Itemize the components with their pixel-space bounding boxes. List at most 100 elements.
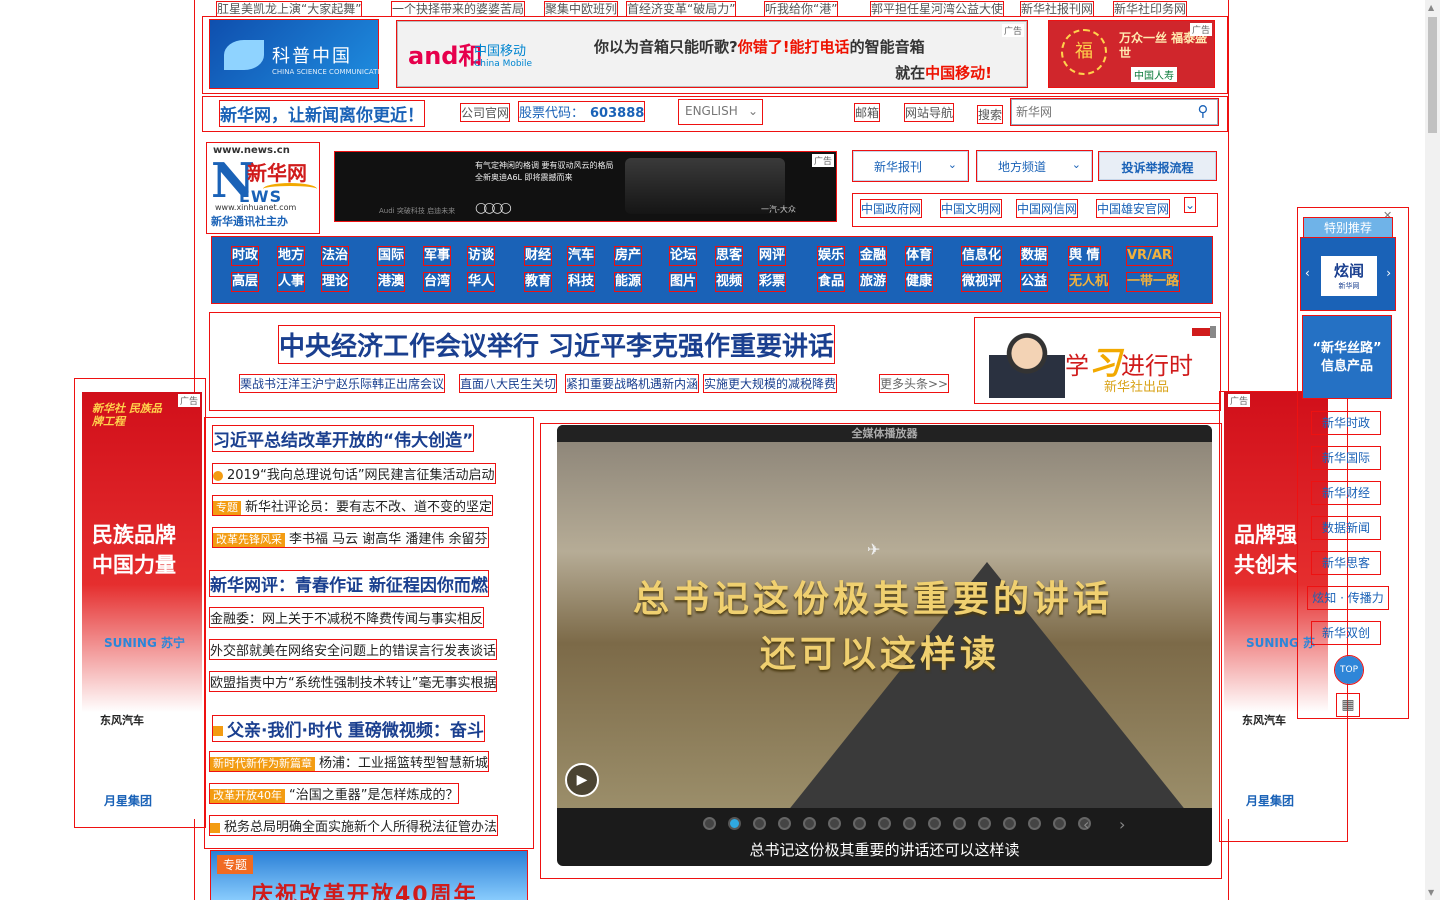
ticker-item[interactable]: 新华社报刊网 — [1019, 1, 1095, 17]
ticker-item[interactable]: 一个抉择带来的婆婆苦局 — [390, 1, 526, 17]
nav-item[interactable]: 舆 情 — [1068, 246, 1101, 266]
slide-dot[interactable] — [803, 817, 816, 830]
slide-indicator[interactable] — [1192, 328, 1210, 336]
baokan-dropdown[interactable]: 新华报刊 ⌄ — [852, 150, 969, 182]
xuanwen-card[interactable]: ‹ 炫闻 新华网 › — [1300, 237, 1396, 311]
nav-item[interactable]: 无人机 — [1067, 272, 1110, 292]
nav-item[interactable]: 理论 — [320, 272, 350, 292]
nav-item[interactable]: 财经 — [523, 246, 553, 266]
nav-item[interactable]: 一带一路 — [1125, 272, 1181, 292]
search-icon[interactable]: ⚲ — [1192, 102, 1214, 122]
panel-link[interactable]: 新华双创 — [1311, 621, 1381, 645]
left-side-ad[interactable]: 广告 新华社 民族品牌工程 民族品牌 中国力量 SUNING 苏宁 东风汽车 月… — [82, 392, 202, 819]
nav-item[interactable]: 公益 — [1019, 272, 1049, 292]
language-select[interactable]: ENGLISH ⌄ — [678, 99, 763, 125]
promo-banner[interactable]: 专题 庆祝改革开放40周年 — [210, 850, 528, 900]
news-headline[interactable]: 习近平总结改革开放的“伟大创造” — [211, 425, 475, 452]
nav-item[interactable]: 视频 — [714, 272, 744, 292]
nav-item[interactable]: 地方 — [276, 246, 306, 266]
video-title[interactable]: 总书记这份极其重要的讲话还可以这样读 — [557, 839, 1212, 860]
slide-dot[interactable] — [928, 817, 941, 830]
news-item[interactable]: 专题 新华社评论员：要有志不改、道不变的坚定 — [211, 495, 494, 516]
slide-dot[interactable] — [953, 817, 966, 830]
news-headline[interactable]: 新华网评：青春作证 新征程因你而燃 — [209, 570, 489, 597]
panel-link[interactable]: 数据新闻 — [1311, 516, 1381, 540]
ticker-item[interactable]: 聚集中欧班列 — [543, 1, 619, 17]
news-item[interactable]: 改革先锋风采 李书福 马云 谢高华 潘建伟 余留芬 — [212, 527, 489, 548]
nav-item[interactable]: 思客 — [714, 246, 744, 266]
xi-banner[interactable]: 学习进行时 新华社出品 — [974, 317, 1221, 404]
nav-item[interactable]: 体育 — [904, 246, 934, 266]
news-item[interactable]: 外交部就美在网络安全问题上的错误言行发表谈话 — [208, 639, 498, 660]
news-item[interactable]: 2019“我向总理说句话”网民建言征集活动启动 — [212, 463, 496, 484]
nav-item[interactable]: 能源 — [613, 272, 643, 292]
video-player[interactable]: 全媒体播放器 ✈ 总书记这份极其重要的讲话 还可以这样读 ▶ ‹ › 总书记这份… — [557, 425, 1212, 866]
slide-dot[interactable] — [853, 817, 866, 830]
difang-dropdown[interactable]: 地方频道 ⌄ — [976, 150, 1093, 182]
ticker-item[interactable]: 听我给你“港” — [763, 1, 839, 17]
nav-item[interactable]: 网评 — [757, 246, 787, 266]
slide-dot[interactable] — [778, 817, 791, 830]
silk-road-card[interactable]: “新华丝路” 信息产品 — [1302, 315, 1392, 399]
official-site-link[interactable]: 公司官网 — [459, 103, 511, 122]
page-scrollbar[interactable]: ▲ ▼ — [1425, 0, 1440, 900]
nav-item[interactable]: 访谈 — [466, 246, 496, 266]
gov-link[interactable]: 中国网信网 — [1015, 199, 1079, 218]
slide-dot[interactable] — [703, 817, 716, 830]
nav-item[interactable]: 彩票 — [757, 272, 787, 292]
nav-item[interactable]: 华人 — [466, 272, 496, 292]
panel-link[interactable]: 新华思客 — [1311, 551, 1381, 575]
panel-link[interactable]: 新华时政 — [1311, 411, 1381, 435]
news-item[interactable]: 改革开放40年 “治国之重器”是怎样炼成的？ — [208, 783, 460, 804]
nav-item[interactable]: 时政 — [230, 246, 260, 266]
audi-ad[interactable]: 有气定神闲的格调 要有驭动风云的格局 全新奥迪A6L 即将震撼而来 Audi 突… — [334, 151, 837, 222]
qr-code-icon[interactable]: ▦ — [1336, 693, 1360, 717]
nav-item[interactable]: 房产 — [613, 246, 643, 266]
video-frame[interactable]: ✈ 总书记这份极其重要的讲话 还可以这样读 — [557, 442, 1212, 808]
ticker-item[interactable]: 肛星美凯龙上演“大家起舞” — [215, 1, 363, 17]
nav-item[interactable]: 食品 — [816, 272, 846, 292]
news-item[interactable]: 金融委：网上关于不减税不降费传闻与事实相反 — [208, 607, 485, 628]
slide-dot[interactable] — [978, 817, 991, 830]
nav-item[interactable]: 汽车 — [566, 246, 596, 266]
nav-item[interactable]: 人事 — [276, 272, 306, 292]
scroll-down-icon[interactable]: ▼ — [1428, 888, 1434, 897]
complain-button[interactable]: 投诉举报流程 — [1098, 151, 1217, 181]
main-headline[interactable]: 中央经济工作会议举行 习近平李克强作重要讲话 — [277, 325, 836, 364]
nav-item[interactable]: 台湾 — [422, 272, 452, 292]
nav-item[interactable]: 军事 — [422, 246, 452, 266]
mail-link[interactable]: 邮箱 — [853, 103, 881, 122]
nav-item[interactable]: 旅游 — [858, 272, 888, 292]
nav-item[interactable]: 法治 — [320, 246, 350, 266]
nav-item[interactable]: 娱乐 — [816, 246, 846, 266]
slide-dot[interactable] — [728, 817, 741, 830]
news-item[interactable]: 欧盟指责中方“系统性强制技术转让”毫无事实根据 — [208, 671, 498, 692]
next-arrow-icon[interactable]: › — [1119, 815, 1125, 834]
ticker-item[interactable]: 新华社印务网 — [1112, 1, 1188, 17]
slide-dot[interactable] — [1003, 817, 1016, 830]
nav-item[interactable]: 信息化 — [960, 246, 1003, 266]
nav-item[interactable]: 港澳 — [376, 272, 406, 292]
sub-headline[interactable]: 栗战书汪洋王沪宁赵乐际韩正出席会议 — [238, 374, 446, 393]
scroll-thumb[interactable] — [1428, 17, 1437, 133]
panel-link[interactable]: 新华国际 — [1311, 446, 1381, 470]
scroll-up-icon[interactable]: ▲ — [1428, 3, 1434, 12]
slide-dot[interactable] — [1053, 817, 1066, 830]
prev-arrow-icon[interactable]: ‹ — [1305, 266, 1310, 280]
site-nav-link[interactable]: 网站导航 — [903, 103, 955, 122]
slide-dot[interactable] — [1028, 817, 1041, 830]
more-headlines-link[interactable]: 更多头条>> — [878, 374, 950, 393]
gov-link[interactable]: 中国政府网 — [859, 199, 923, 218]
news-item[interactable]: 税务总局明确全面实施新个人所得税法征管办法 — [208, 815, 499, 836]
kepu-ad[interactable]: 科普中国 CHINA SCIENCE COMMUNICATION — [209, 19, 390, 89]
ticker-item[interactable]: 首经济变革“破局力” — [625, 1, 737, 17]
prev-arrow-icon[interactable]: ‹ — [1083, 815, 1089, 834]
nav-item[interactable]: 健康 — [904, 272, 934, 292]
panel-link[interactable]: 新华财经 — [1311, 481, 1381, 505]
gov-link[interactable]: 中国文明网 — [939, 199, 1003, 218]
sub-headline[interactable]: 实施更大规模的减税降费 — [702, 374, 838, 393]
slide-dot[interactable] — [903, 817, 916, 830]
nav-item[interactable]: 国际 — [376, 246, 406, 266]
nav-item[interactable]: 教育 — [523, 272, 553, 292]
nav-item[interactable]: 图片 — [668, 272, 698, 292]
